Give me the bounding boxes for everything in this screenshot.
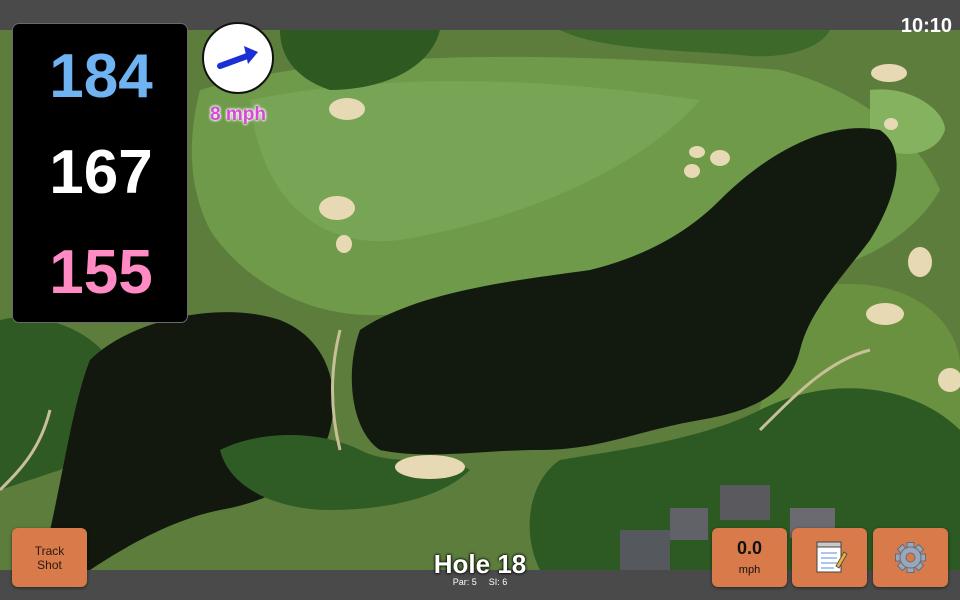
speed-unit: mph — [738, 564, 761, 576]
distance-middle: 167 — [49, 138, 153, 207]
wind-indicator[interactable] — [202, 22, 274, 94]
track-shot-label-line2: Shot — [37, 558, 62, 572]
settings-button[interactable] — [873, 528, 948, 587]
track-shot-button[interactable]: Track Shot — [12, 528, 87, 587]
hole-title: Hole 18 — [433, 549, 527, 579]
hole-info: Par: 5 SI: 6 — [380, 577, 580, 587]
clock: 10:10 — [900, 15, 952, 37]
hole-si: SI: 6 — [488, 577, 508, 587]
notepad-icon — [816, 541, 848, 573]
gear-icon — [895, 542, 926, 573]
track-shot-label-line1: Track — [34, 544, 65, 558]
distance-panel: 184 167 155 — [12, 23, 188, 323]
notes-button[interactable] — [792, 528, 867, 587]
distance-back: 184 — [49, 42, 153, 111]
track-shot-label: Track Shot — [12, 544, 87, 572]
wind-direction-arrow-icon — [217, 46, 258, 69]
hole-par: Par: 5 — [452, 577, 477, 587]
distance-front: 155 — [49, 238, 153, 307]
speed-value: 0.0 — [736, 538, 763, 558]
wind-speed: 8 mph — [210, 104, 266, 125]
speed-button[interactable]: 0.0 mph — [712, 528, 787, 587]
